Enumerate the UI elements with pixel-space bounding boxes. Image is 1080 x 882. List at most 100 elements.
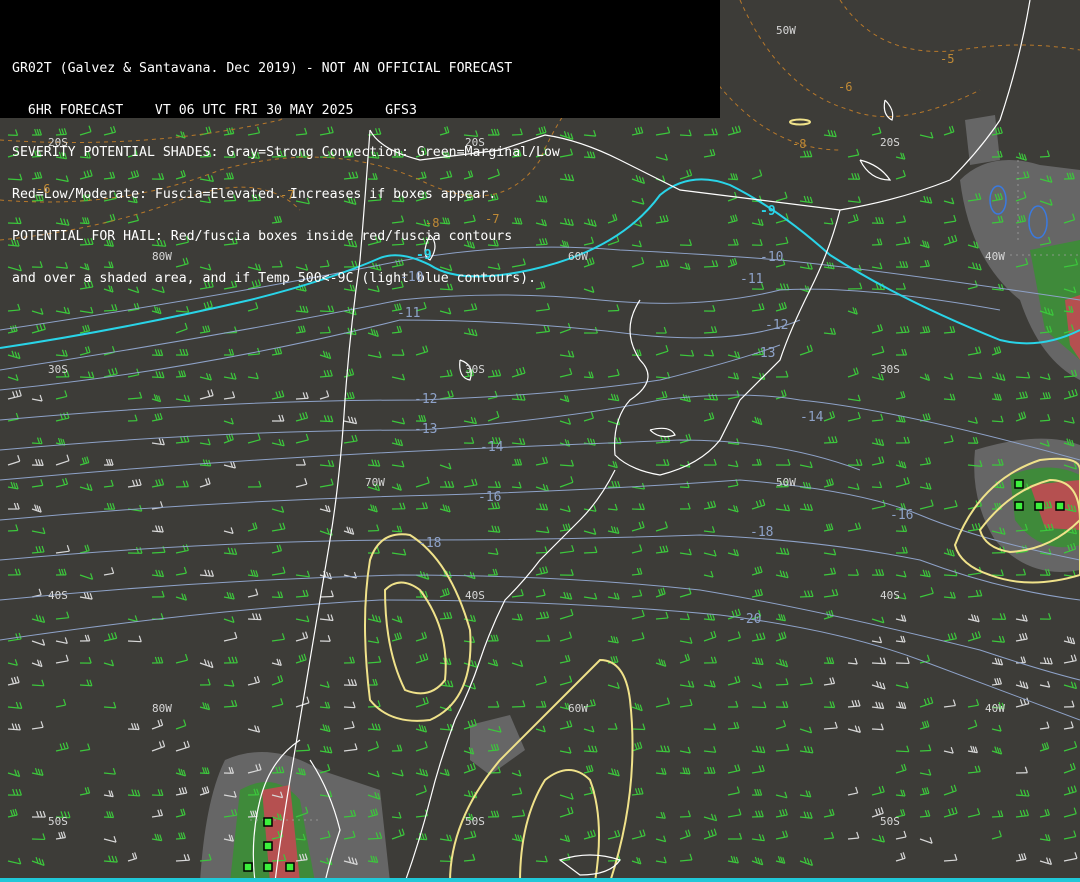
wind-barb	[487, 390, 498, 400]
wind-barb	[823, 567, 837, 576]
wind-barb	[1063, 762, 1076, 774]
wind-barb	[823, 677, 836, 686]
wind-barb	[631, 503, 645, 511]
wind-barb	[151, 833, 163, 842]
wind-barb	[151, 719, 164, 730]
wind-barb	[487, 369, 502, 378]
wind-barb	[847, 786, 859, 796]
wind-barb	[871, 680, 886, 690]
wind-barb	[799, 503, 814, 511]
wind-barb	[1039, 834, 1051, 842]
wind-barb	[607, 525, 620, 534]
wind-barb	[943, 699, 956, 708]
wind-barb	[271, 566, 286, 576]
wind-barb	[967, 699, 980, 708]
wind-barb	[919, 769, 932, 776]
wind-barb	[943, 125, 955, 136]
wind-barb	[775, 213, 789, 224]
wind-barb	[463, 636, 476, 644]
wind-barb	[847, 699, 861, 708]
wind-barb	[823, 436, 838, 444]
wind-barb	[751, 856, 764, 866]
wind-barb	[991, 346, 1002, 356]
wind-barb	[775, 791, 788, 799]
wind-barb	[703, 412, 715, 422]
wind-barb	[967, 765, 981, 774]
wind-barb	[415, 345, 429, 356]
wind-barb	[1015, 568, 1027, 576]
wind-barb	[1063, 741, 1078, 752]
wind-barb	[151, 478, 165, 488]
wind-barb	[583, 725, 595, 733]
wind-barb	[991, 393, 1002, 401]
wind-barb	[391, 769, 404, 777]
wind-barb	[943, 373, 954, 381]
wind-barb	[223, 631, 238, 642]
wind-barb	[55, 831, 67, 840]
wind-barb	[559, 569, 574, 576]
wind-barb	[895, 348, 908, 356]
wind-barb	[391, 632, 403, 642]
wind-barb	[871, 723, 884, 731]
wind-barb	[679, 502, 691, 510]
wind-barb	[871, 438, 885, 447]
wind-barb	[943, 435, 954, 444]
wind-barb	[727, 832, 743, 840]
lat-label: 20S	[48, 136, 68, 149]
wind-barb	[943, 784, 957, 796]
wind-barb	[703, 500, 717, 510]
wind-barb	[943, 632, 958, 642]
wind-barb	[127, 723, 140, 731]
wind-barb	[175, 566, 187, 576]
wind-barb	[919, 809, 931, 818]
wind-barb	[655, 856, 667, 864]
wind-barb	[727, 460, 739, 468]
isoline-label: -7	[485, 212, 500, 226]
wind-barb	[751, 657, 764, 666]
wind-barb	[559, 806, 574, 818]
wind-barb	[895, 701, 907, 710]
wind-barb	[703, 828, 717, 840]
wind-barb	[967, 522, 982, 532]
wind-barb	[967, 372, 983, 380]
wind-barb	[991, 569, 1004, 577]
wind-barb	[271, 633, 286, 642]
isoline-label: -7	[280, 188, 295, 202]
wind-barb	[703, 746, 717, 753]
wind-barb	[103, 768, 116, 775]
temp-label: -11	[397, 306, 421, 321]
wind-barb	[55, 349, 68, 357]
wind-barb	[55, 411, 70, 422]
wind-barb	[871, 238, 883, 246]
wind-barb	[151, 371, 165, 379]
wind-barb	[127, 852, 138, 862]
wind-barb	[895, 170, 906, 180]
wind-barb	[1015, 632, 1028, 642]
wind-barb	[7, 857, 22, 865]
wind-barb	[847, 569, 859, 576]
wind-barb	[727, 505, 739, 513]
wind-barb	[1039, 742, 1050, 752]
wind-barb	[847, 148, 860, 158]
header-hail-legend-2: and over a shaded area, and if Temp 500<…	[12, 271, 537, 286]
wind-barb	[391, 502, 406, 510]
wind-barb	[727, 257, 738, 268]
wind-barb	[415, 653, 429, 664]
wind-barb	[367, 770, 380, 778]
wind-barb	[583, 528, 597, 535]
wind-barb	[463, 853, 476, 862]
wind-barb	[631, 829, 646, 840]
temp-label: -16	[890, 508, 914, 523]
wind-barb	[799, 857, 814, 867]
wind-barb	[583, 546, 598, 554]
wind-barb	[247, 676, 260, 686]
wind-barb	[463, 328, 478, 337]
wind-barb	[487, 659, 499, 667]
wind-barb	[1039, 808, 1050, 818]
lat-label: 20S	[880, 136, 900, 149]
wind-barb	[919, 499, 934, 510]
wind-barb	[247, 480, 262, 488]
wind-barb	[223, 699, 238, 708]
wind-barb	[31, 527, 46, 535]
wind-barb	[55, 568, 67, 576]
